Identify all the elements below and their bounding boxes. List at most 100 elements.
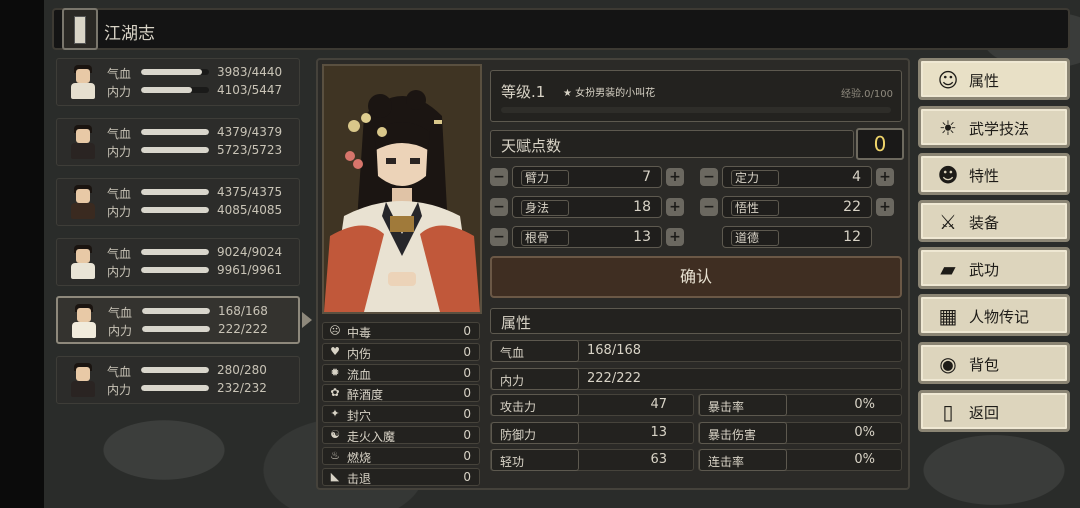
status-effect-value: 0 [463, 469, 471, 484]
property-name: 轻功 [491, 449, 579, 471]
selected-pointer-icon [302, 312, 312, 328]
character-card[interactable]: 气血 4375/4375 内力 4085/4085 [56, 178, 300, 226]
status-effect-name: 击退 [347, 471, 372, 486]
menu-traits-button[interactable]: ☻ 特性 [918, 153, 1070, 195]
character-avatar [63, 361, 103, 401]
menu-martial-skills-button[interactable]: ☀ 武学技法 [918, 106, 1070, 148]
status-effect-icon: ✹ [330, 365, 340, 379]
property-value: 168/168 [587, 343, 642, 358]
status-effects-list: ☹ 中毒 0 ♥ 内伤 0 ✹ 流血 0 ✿ 醉酒度 0 ✦ 封穴 0 ☯ 走火入魔 0 ♨ 燃烧 0 ◣ 击退 0 [322, 322, 480, 488]
decrease-button[interactable]: − [490, 198, 508, 216]
character-card[interactable]: 气血 280/280 内力 232/232 [56, 356, 300, 404]
property-value: 47 [650, 397, 667, 412]
status-effect-name: 醉酒度 [347, 388, 384, 403]
martial-skills-icon: ☀ [939, 116, 957, 140]
mp-bar [142, 326, 210, 332]
hp-bar [141, 69, 209, 75]
avatar-body [72, 322, 96, 338]
property-name: 暴击伤害 [699, 422, 787, 444]
avatar-head [76, 69, 90, 83]
attribute-name: 道德 [731, 230, 779, 246]
attribute-0: − 臂力 7 + [490, 166, 686, 188]
property-row-attack: 攻击力 47 [490, 394, 694, 416]
status-effect-value: 0 [463, 344, 471, 359]
increase-button[interactable]: + [876, 198, 894, 216]
status-effect-icon: ♨ [330, 448, 340, 462]
property-value: 222/222 [587, 371, 642, 386]
decrease-button[interactable]: − [490, 228, 508, 246]
status-effect-name: 燃烧 [347, 450, 372, 465]
character-card[interactable]: 气血 168/168 内力 222/222 [56, 296, 300, 344]
decrease-button[interactable]: − [490, 168, 508, 186]
status-effect-icon: ◣ [330, 469, 340, 483]
attribute-3: − 悟性 22 + [700, 196, 896, 218]
mp-value: 4103/5447 [217, 83, 283, 97]
character-card[interactable]: 气血 9024/9024 内力 9961/9961 [56, 238, 300, 286]
status-effect-icon: ✦ [330, 407, 340, 421]
increase-button[interactable]: + [666, 168, 684, 186]
status-effect-name: 中毒 [347, 326, 372, 340]
increase-button[interactable]: + [666, 228, 684, 246]
mp-label: 内力 [107, 265, 132, 279]
confirm-button[interactable]: 确认 [490, 256, 902, 298]
property-value: 0% [854, 397, 875, 412]
status-effect-row: ◣ 击退 0 [322, 467, 480, 486]
avatar-head [76, 189, 90, 203]
talent-points-value: 0 [856, 128, 904, 160]
decrease-button[interactable]: − [700, 198, 718, 216]
status-effect-icon: ✿ [330, 386, 340, 400]
kungfu-icon: ▰ [940, 257, 956, 281]
hp-value: 9024/9024 [217, 245, 283, 259]
biography-icon: ▦ [938, 304, 958, 328]
attributes-icon: ☺ [937, 68, 959, 92]
decrease-button[interactable]: − [700, 168, 718, 186]
menu-equipment-button[interactable]: ⚔ 装备 [918, 200, 1070, 242]
character-avatar [63, 183, 103, 223]
property-row-crit-rate: 暴击率 0% [698, 394, 902, 416]
title-tag: ★ 女扮男装的小叫花 [563, 88, 656, 99]
hp-label: 气血 [107, 127, 132, 141]
attribute-2: − 身法 18 + [490, 196, 686, 218]
menu-biography-button[interactable]: ▦ 人物传记 [918, 294, 1070, 336]
status-effect-name: 流血 [347, 367, 372, 382]
attribute-1: − 定力 4 + [700, 166, 896, 188]
property-name: 暴击率 [699, 394, 787, 416]
menu-kungfu-button[interactable]: ▰ 武功 [918, 247, 1070, 289]
status-effect-value: 0 [463, 324, 471, 338]
avatar-body [71, 203, 95, 219]
left-screen-edge [0, 0, 44, 508]
portrait-image [324, 66, 480, 312]
hp-bar [141, 189, 209, 195]
character-card[interactable]: 气血 4379/4379 内力 5723/5723 [56, 118, 300, 166]
bar-fill [142, 326, 210, 332]
property-value: 0% [854, 425, 875, 440]
menu-back-button[interactable]: ▯ 返回 [918, 390, 1070, 432]
attribute-value: 22 [843, 199, 861, 215]
bar-fill [142, 308, 210, 314]
character-avatar [63, 63, 103, 103]
increase-button[interactable]: + [876, 168, 894, 186]
mp-label: 内力 [107, 145, 132, 159]
hp-label: 气血 [107, 187, 132, 201]
avatar-head [76, 367, 90, 381]
menu-attributes-button[interactable]: ☺ 属性 [918, 58, 1070, 100]
menu-label: 特性 [969, 167, 1000, 185]
menu-label: 背包 [969, 356, 1000, 374]
status-effect-name: 走火入魔 [347, 429, 396, 444]
hp-value: 3983/4440 [217, 65, 283, 79]
avatar-body [71, 143, 95, 159]
journal-book-icon [62, 8, 98, 50]
hp-value: 4379/4379 [217, 125, 283, 139]
header-bar: 江湖志 [52, 8, 1070, 50]
increase-button[interactable]: + [666, 198, 684, 216]
mp-label: 内力 [107, 205, 132, 219]
menu-backpack-button[interactable]: ◉ 背包 [918, 342, 1070, 384]
attribute-box: 根骨 13 [512, 226, 662, 248]
menu-label: 属性 [969, 72, 1000, 90]
property-name: 攻击力 [491, 394, 579, 416]
hp-label: 气血 [108, 306, 133, 320]
avatar-body [71, 263, 95, 279]
attribute-value: 13 [633, 229, 651, 245]
status-effect-value: 0 [463, 365, 471, 380]
character-card[interactable]: 气血 3983/4440 内力 4103/5447 [56, 58, 300, 106]
